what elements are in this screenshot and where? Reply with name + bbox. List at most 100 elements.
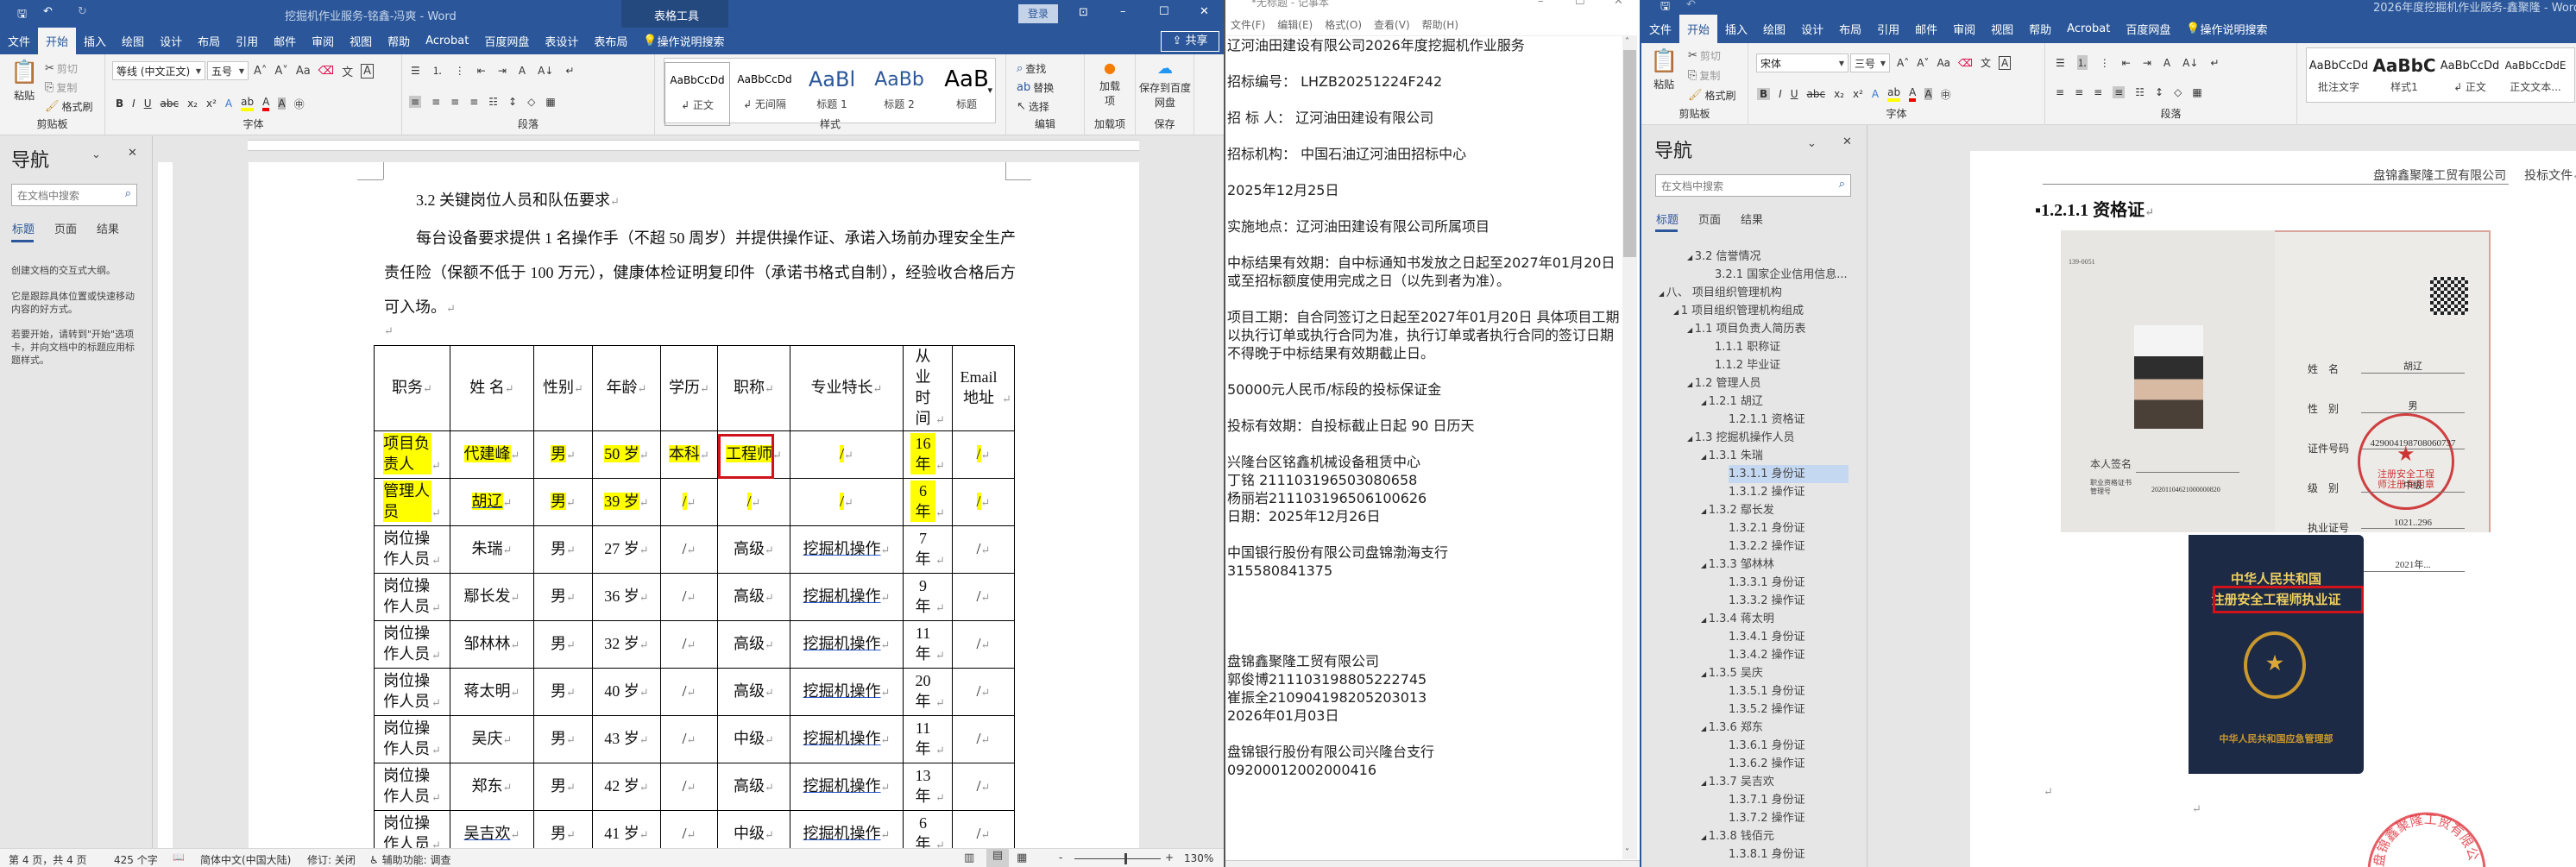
tab-13[interactable]: 表设计 <box>537 28 586 54</box>
table-cell[interactable]: 43 岁↵ <box>592 715 661 763</box>
tab-9[interactable]: 视图 <box>1983 15 2021 43</box>
table-cell[interactable]: 岗位操作人员 ↵ <box>374 668 450 716</box>
tree-item[interactable]: ◢ 1.3.1 朱瑞 <box>1701 447 1763 465</box>
search-icon[interactable]: ⌕ <box>125 187 131 200</box>
tree-item[interactable]: 1.3.5.1 身份证 <box>1729 682 1805 701</box>
search-icon[interactable]: ⌕ <box>1839 178 1845 191</box>
table-cell[interactable]: /↵ <box>952 668 1015 716</box>
tab-7[interactable]: 邮件 <box>266 28 304 54</box>
save-icon[interactable]: 🖫 <box>17 6 27 25</box>
paste-button[interactable]: 📋 粘贴 <box>10 60 38 103</box>
table-cell[interactable]: /↵ <box>660 478 718 526</box>
table-cell[interactable]: 郑东↵ <box>450 763 534 811</box>
table-cell[interactable]: 岗位操作人员 ↵ <box>374 525 450 574</box>
redo-icon[interactable]: ↻ <box>78 5 87 18</box>
expand-triangle-icon[interactable]: ◢ <box>1701 507 1709 515</box>
tab-11[interactable]: Acrobat <box>418 28 476 54</box>
tree-item[interactable]: ◢ 3.2 信誉情况 <box>1687 248 1761 266</box>
copy-button[interactable]: ⎘ 复制 <box>45 80 77 95</box>
table-cell[interactable]: 吴吉欢↵ <box>450 810 534 848</box>
nav-tab-pages[interactable]: 页面 <box>54 220 77 236</box>
expand-triangle-icon[interactable]: ◢ <box>1701 779 1709 787</box>
table-cell[interactable]: 挖掘机操作↵ <box>790 715 904 763</box>
table-cell[interactable]: /↵ <box>660 763 718 811</box>
expand-triangle-icon[interactable]: ◢ <box>1687 326 1695 334</box>
tree-item[interactable]: 1.3.6.1 身份证 <box>1729 737 1805 755</box>
table-cell[interactable]: 挖掘机操作↵ <box>790 620 904 669</box>
table-cell[interactable]: 高级↵ <box>717 620 790 669</box>
table-cell[interactable]: 挖掘机操作↵ <box>790 810 904 848</box>
table-cell[interactable]: 管理人员 ↵ <box>374 478 450 526</box>
tab-10[interactable]: 帮助 <box>2021 15 2059 43</box>
font-tools[interactable]: A˄ A˅ Aa ⌫ 文 A <box>254 63 374 79</box>
tree-item[interactable]: 1.3.4.1 身份证 <box>1729 628 1805 646</box>
table-cell[interactable]: 胡辽↵ <box>450 478 534 526</box>
table-cell[interactable]: /↵ <box>952 620 1015 669</box>
table-cell[interactable]: 岗位操作人员 ↵ <box>374 763 450 811</box>
nav-tab-headings[interactable]: 标题 <box>1656 210 1678 227</box>
table-cell[interactable]: /↵ <box>660 668 718 716</box>
tree-item[interactable]: 1.3.3.1 身份证 <box>1729 574 1805 592</box>
vertical-scrollbar[interactable]: ˄ ˅ <box>1622 35 1637 859</box>
tree-item[interactable]: 1.3.6.2 操作证 <box>1729 755 1805 773</box>
table-cell[interactable]: 岗位操作人员 ↵ <box>374 810 450 848</box>
menu-item-4[interactable]: 帮助(H) <box>1422 17 1458 32</box>
paste-button[interactable]: 📋 粘贴 <box>1650 48 1678 91</box>
cut-button[interactable]: ✂ 剪切 <box>45 61 78 76</box>
tab-8[interactable]: 审阅 <box>304 28 342 54</box>
tree-item[interactable]: 1.3.1.1 身份证 <box>1729 465 1849 483</box>
tree-item[interactable]: 1.3.5.2 操作证 <box>1729 701 1805 719</box>
tab-2[interactable]: 插入 <box>76 28 114 54</box>
zoom-out-button[interactable]: - <box>1059 851 1062 864</box>
table-cell[interactable]: 男↵ <box>533 525 593 574</box>
table-cell[interactable]: 朱瑞↵ <box>450 525 534 574</box>
table-cell[interactable]: 9 年 ↵ <box>903 573 953 621</box>
tab-10[interactable]: 帮助 <box>380 28 418 54</box>
font-format-tools[interactable]: B I Uabc x₂ x² Aab A A ㊥ <box>1757 86 1951 102</box>
table-cell[interactable]: 挖掘机操作↵ <box>790 763 904 811</box>
maximize-icon[interactable]: ☐ <box>1575 0 1585 8</box>
table-cell[interactable]: 岗位操作人员 ↵ <box>374 573 450 621</box>
tree-item[interactable]: ◢ 八、 项目组织管理机构 <box>1659 284 1782 302</box>
chevron-down-icon[interactable]: ⌄ <box>1807 137 1817 150</box>
scroll-down-icon[interactable]: ˅ <box>1625 848 1629 858</box>
table-cell[interactable]: /↵ <box>660 810 718 848</box>
close-icon[interactable]: ✕ <box>1614 0 1623 8</box>
table-cell[interactable]: 36 岁↵ <box>592 573 661 621</box>
tree-item[interactable]: ◢ 1.1 项目负责人简历表 <box>1687 320 1806 338</box>
font-size-combo[interactable]: 三号 ▼ <box>1850 53 1890 72</box>
tab-12[interactable]: 百度网盘 <box>2118 15 2178 43</box>
share-button[interactable]: ⇪ 共享 <box>1161 31 1219 52</box>
copy-button[interactable]: ⎘ 复制 <box>1688 68 1720 83</box>
tree-item[interactable]: ◢ 1 项目组织管理机构组成 <box>1673 302 1804 320</box>
tab-6[interactable]: 引用 <box>1869 15 1907 43</box>
table-cell[interactable]: 男↵ <box>533 810 593 848</box>
expand-triangle-icon[interactable]: ◢ <box>1701 562 1709 569</box>
proofing-icon[interactable]: 📖 <box>173 851 185 863</box>
tree-item[interactable]: 3.2.1 国家企业信用信息... <box>1715 266 1848 284</box>
font-name-combo[interactable]: 等线 (中文正文) ▼ <box>112 61 205 80</box>
tree-item[interactable]: ◢ 1.3.7 吴吉欢 <box>1701 773 1774 791</box>
save-to-baidu-button[interactable]: ☁ 保存到百度网盘 <box>1139 60 1191 110</box>
notepad-text-area[interactable]: 辽河油田建设有限公司2026年度挖掘机作业服务 招标编号： LHZB2025122… <box>1227 35 1622 859</box>
tell-me-search[interactable]: 💡 操作说明搜索 <box>635 28 732 54</box>
table-cell[interactable]: 11 年 ↵ <box>903 620 953 669</box>
tree-item[interactable]: 1.3.1.2 操作证 <box>1729 483 1805 501</box>
expand-triangle-icon[interactable]: ◢ <box>1701 399 1709 406</box>
table-cell[interactable]: 50 岁↵ <box>592 430 661 479</box>
list-tools[interactable]: ☰ ⒈ ⋮ ⇤ ⇥ A A↓ ↵ <box>411 63 574 78</box>
table-cell[interactable]: /↵ <box>790 478 904 526</box>
tree-item[interactable]: 1.3.2.2 操作证 <box>1729 537 1805 556</box>
table-cell[interactable]: /↵ <box>660 715 718 763</box>
tab-4[interactable]: 设计 <box>152 28 190 54</box>
expand-triangle-icon[interactable]: ◢ <box>1701 833 1709 841</box>
tab-3[interactable]: 绘图 <box>114 28 152 54</box>
minimize-icon[interactable]: – <box>1538 0 1544 8</box>
tree-item[interactable]: ◢ 1.2.1 胡辽 <box>1701 393 1763 411</box>
font-tools[interactable]: A˄ A˅ Aa ⌫ 文 A <box>1897 55 2012 70</box>
tree-item[interactable]: 1.3.8.1 身份证 <box>1729 845 1805 864</box>
tree-item[interactable]: ◢ 1.3.2 鄢长发 <box>1701 501 1774 519</box>
table-cell[interactable]: 41 岁↵ <box>592 810 661 848</box>
expand-triangle-icon[interactable]: ◢ <box>1701 725 1709 732</box>
table-cell[interactable]: 高级↵ <box>717 763 790 811</box>
